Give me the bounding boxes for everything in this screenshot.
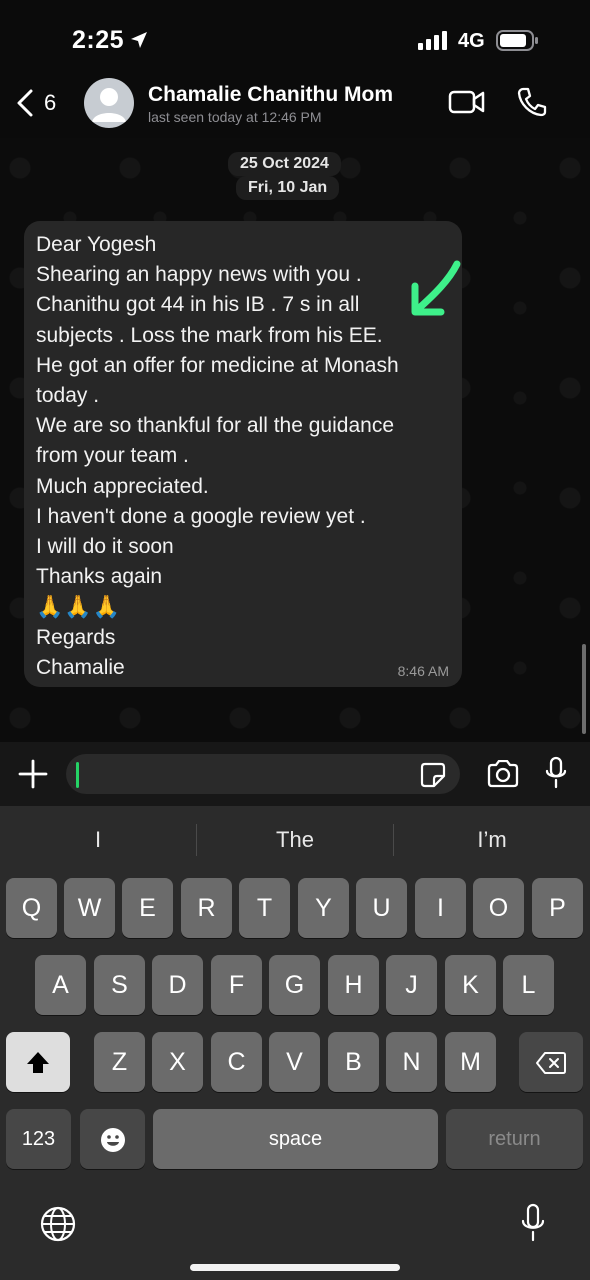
key-a[interactable]: A [35, 955, 86, 1015]
message-line: Chanithu got 44 in his IB . 7 s in all [36, 293, 360, 317]
microphone-icon[interactable] [544, 756, 568, 790]
message-line: Dear Yogesh [36, 233, 157, 256]
message-line: Chamalie [36, 655, 125, 679]
message-line: Thanks again [36, 565, 163, 589]
backspace-icon [536, 1052, 566, 1075]
key-o[interactable]: O [473, 878, 524, 938]
key-y[interactable]: Y [298, 878, 349, 938]
suggestion-3[interactable]: I’m [394, 820, 590, 860]
text-caret [76, 762, 79, 788]
key-v[interactable]: V [269, 1032, 320, 1092]
key-r[interactable]: R [181, 878, 232, 938]
message-bubble[interactable]: Dear Yogesh Shearing an happy news with … [24, 221, 462, 687]
key-z[interactable]: Z [94, 1032, 145, 1092]
key-s[interactable]: S [94, 955, 145, 1015]
backspace-key[interactable] [519, 1032, 583, 1092]
video-call-icon[interactable] [448, 88, 486, 116]
unread-count: 6 [44, 90, 57, 115]
network-type: 4G [458, 30, 485, 52]
home-indicator [190, 1264, 400, 1271]
location-arrow-icon [131, 32, 147, 48]
key-q[interactable]: Q [6, 878, 57, 938]
key-d[interactable]: D [152, 955, 203, 1015]
contact-name[interactable]: Chamalie Chanithu Mom [148, 83, 393, 107]
message-timestamp: 8:46 AM [397, 663, 449, 679]
avatar-icon [92, 88, 126, 122]
date-chip: 25 Oct 2024 [228, 152, 341, 176]
emoji-icon [100, 1128, 125, 1153]
key-e[interactable]: E [122, 878, 173, 938]
message-composer [0, 742, 590, 806]
message-line: subjects . Loss the mark from his EE. [36, 323, 383, 347]
message-line: Shearing an happy news with you . [36, 263, 362, 287]
key-c[interactable]: C [211, 1032, 262, 1092]
key-w[interactable]: W [64, 878, 115, 938]
message-line: He got an offer for medicine at Monash [36, 353, 399, 377]
return-key-label: return [488, 1128, 541, 1150]
annotation-arrow-icon [411, 260, 461, 316]
suggestion-1[interactable]: I [0, 820, 196, 860]
message-input[interactable] [66, 754, 460, 794]
dictation-mic-icon[interactable] [520, 1203, 546, 1243]
message-line: Much appreciated. [36, 474, 209, 498]
message-line: today . [36, 384, 100, 408]
battery-icon [496, 30, 538, 51]
key-f[interactable]: F [211, 955, 262, 1015]
sticker-icon[interactable] [420, 762, 446, 788]
emoji-key[interactable] [80, 1109, 145, 1169]
return-key[interactable]: return [446, 1109, 583, 1169]
message-line: We are so thankful for all the guidance [36, 414, 394, 438]
key-b[interactable]: B [328, 1032, 379, 1092]
message-line: I will do it soon [36, 535, 174, 559]
key-k[interactable]: K [445, 955, 496, 1015]
key-n[interactable]: N [386, 1032, 437, 1092]
key-m[interactable]: M [445, 1032, 496, 1092]
back-button[interactable]: 6 [16, 88, 56, 118]
keyboard: I The I’m Q W E R T Y U I O P A S D F G … [0, 806, 590, 1280]
phone-icon[interactable] [516, 86, 548, 118]
key-x[interactable]: X [152, 1032, 203, 1092]
scroll-indicator[interactable] [582, 644, 586, 734]
back-chevron-icon [17, 89, 33, 117]
chat-header: 6 Chamalie Chanithu Mom last seen today … [0, 78, 590, 138]
last-seen-status: last seen today at 12:46 PM [148, 109, 322, 125]
date-chip: Fri, 10 Jan [236, 176, 340, 200]
shift-icon [27, 1052, 49, 1074]
key-u[interactable]: U [356, 878, 407, 938]
shift-key[interactable] [6, 1032, 70, 1092]
key-j[interactable]: J [386, 955, 437, 1015]
key-h[interactable]: H [328, 955, 379, 1015]
key-i[interactable]: I [415, 878, 466, 938]
message-emoji-line: 🙏🙏🙏 [36, 594, 122, 620]
message-line: I haven't done a google review yet . [36, 504, 366, 528]
key-t[interactable]: T [239, 878, 290, 938]
globe-icon[interactable] [39, 1205, 77, 1243]
key-l[interactable]: L [503, 955, 554, 1015]
message-line: from your team . [36, 444, 189, 468]
chat-area[interactable]: 25 Oct 2024 Fri, 10 Jan Dear Yogesh Shea… [0, 138, 590, 742]
suggestion-2[interactable]: The [197, 820, 393, 860]
plus-icon[interactable] [17, 758, 49, 790]
space-key[interactable]: space [153, 1109, 438, 1169]
status-bar: 2:25 4G [0, 0, 590, 80]
message-line: Regards [36, 625, 116, 649]
status-time: 2:25 [72, 26, 125, 54]
camera-icon[interactable] [486, 760, 520, 788]
key-g[interactable]: G [269, 955, 320, 1015]
key-p[interactable]: P [532, 878, 583, 938]
signal-icon [418, 31, 447, 50]
numbers-key[interactable]: 123 [6, 1109, 71, 1169]
avatar[interactable] [84, 78, 134, 128]
